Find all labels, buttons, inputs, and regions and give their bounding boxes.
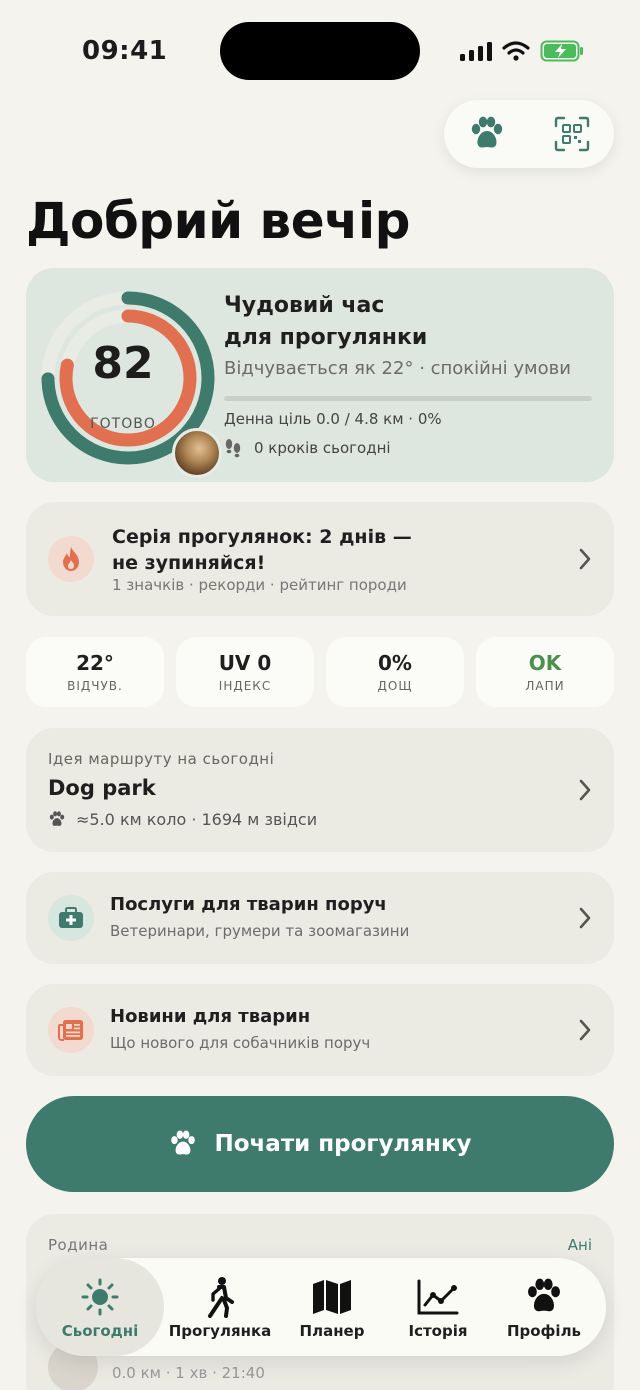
chevron-right-icon xyxy=(579,1019,591,1041)
status-icons xyxy=(460,40,584,62)
tile-value: 22° xyxy=(76,651,114,675)
pet-news-card[interactable]: Новини для тварин Що нового для собачник… xyxy=(26,984,614,1076)
chevron-right-icon xyxy=(579,907,591,929)
tile-label: ДОЩ xyxy=(377,679,413,693)
chevron-right-icon xyxy=(579,548,591,570)
walk-streak-card[interactable]: Серія прогулянок: 2 днів — не зупиняйся!… xyxy=(26,502,614,616)
hero-conditions: Відчувається як 22° · спокійні умови xyxy=(224,358,571,379)
conditions-tiles: 22° ВІДЧУВ. UV 0 ІНДЕКС 0% ДОЩ OK ЛАПИ xyxy=(26,637,614,707)
hero-title-line1: Чудовий час xyxy=(224,293,385,318)
tile-rain[interactable]: 0% ДОЩ xyxy=(326,637,464,707)
tile-value: UV 0 xyxy=(218,651,272,675)
route-title: Dog park xyxy=(48,776,156,800)
start-walk-button[interactable]: Почати прогулянку xyxy=(26,1096,614,1192)
qr-scan-button[interactable] xyxy=(545,107,599,161)
paw-icon xyxy=(49,811,65,826)
tile-label: ЛАПИ xyxy=(525,679,565,693)
newspaper-icon xyxy=(58,1020,83,1041)
readiness-score: 82 xyxy=(92,338,154,389)
news-icon-badge xyxy=(48,1007,94,1053)
route-kicker: Ідея маршруту на сьогодні xyxy=(48,750,275,768)
medical-kit-icon xyxy=(59,907,83,928)
dynamic-island xyxy=(220,22,420,80)
tab-label: Профіль xyxy=(506,1322,582,1340)
readiness-ring: 82 ГОТОВО xyxy=(38,288,222,478)
daily-goal-progress xyxy=(224,396,592,401)
hero-title-line2: для прогулянки xyxy=(224,325,428,350)
map-icon xyxy=(313,1280,351,1314)
chart-icon xyxy=(417,1279,459,1315)
tab-label: Прогулянка xyxy=(168,1322,272,1340)
daily-goal-text: Денна ціль 0.0 / 4.8 км · 0% xyxy=(224,410,442,428)
tab-label: Історія xyxy=(408,1322,468,1340)
tile-value: 0% xyxy=(378,651,412,675)
page-title: Добрий вечір xyxy=(26,192,410,250)
wifi-icon xyxy=(502,41,530,61)
paw-icon xyxy=(471,116,502,148)
news-subtitle: Що нового для собачників поруч xyxy=(110,1034,371,1052)
paw-icon xyxy=(171,1130,196,1155)
chevron-right-icon xyxy=(579,779,591,801)
battery-icon xyxy=(540,40,583,62)
signal-icon xyxy=(460,42,492,61)
walk-readiness-card[interactable]: 82 ГОТОВО Чудовий час для прогулянки Від… xyxy=(26,268,614,482)
flame-icon xyxy=(63,547,79,571)
tile-label: ІНДЕКС xyxy=(218,679,272,693)
streak-title: Серія прогулянок: 2 днів — не зупиняйся! xyxy=(112,524,412,576)
footprints-icon xyxy=(225,439,241,458)
streak-title-line2: не зупиняйся! xyxy=(112,552,266,574)
streak-title-line1: Серія прогулянок: 2 днів — xyxy=(112,526,412,548)
streak-subtitle: 1 значків · рекорди · рейтинг породи xyxy=(112,576,407,594)
tab-walk[interactable]: Прогулянка xyxy=(164,1258,276,1356)
pet-services-card[interactable]: Послуги для тварин поруч Ветеринари, гру… xyxy=(26,872,614,964)
pet-avatar[interactable] xyxy=(172,428,222,478)
services-icon-badge xyxy=(48,895,94,941)
tile-uv-index[interactable]: UV 0 ІНДЕКС xyxy=(176,637,314,707)
status-time: 09:41 xyxy=(82,36,168,66)
hero-title: Чудовий час для прогулянки xyxy=(224,290,427,354)
route-meta: ≈5.0 км коло · 1694 м звідси xyxy=(48,810,317,829)
qr-scan-icon xyxy=(554,116,589,152)
services-title: Послуги для тварин поруч xyxy=(110,894,387,915)
family-title: Родина xyxy=(48,1236,109,1254)
bottom-tab-bar: Сьогодні Прогулянка Планер Історія Профі… xyxy=(36,1258,606,1356)
top-actions xyxy=(444,100,614,168)
tile-feels-like[interactable]: 22° ВІДЧУВ. xyxy=(26,637,164,707)
tab-today[interactable]: Сьогодні xyxy=(36,1258,164,1356)
route-meta-text: ≈5.0 км коло · 1694 м звідси xyxy=(76,810,318,829)
readiness-label: ГОТОВО xyxy=(90,416,156,432)
tab-profile[interactable]: Профіль xyxy=(488,1258,600,1356)
pets-button[interactable] xyxy=(460,107,514,161)
tab-history[interactable]: Історія xyxy=(388,1258,488,1356)
steps-text: 0 кроків сьогодні xyxy=(254,439,391,457)
tab-planner[interactable]: Планер xyxy=(276,1258,388,1356)
services-subtitle: Ветеринари, грумери та зоомагазини xyxy=(110,922,410,940)
sun-icon xyxy=(81,1278,119,1316)
start-walk-label: Почати прогулянку xyxy=(214,1131,472,1157)
family-walk-meta: 0.0 км · 1 хв · 21:40 xyxy=(112,1364,265,1382)
tab-label: Планер xyxy=(299,1322,365,1340)
steps-row: 0 кроків сьогодні xyxy=(224,438,391,458)
tab-label: Сьогодні xyxy=(61,1322,139,1340)
route-idea-card[interactable]: Ідея маршруту на сьогодні Dog park ≈5.0 … xyxy=(26,728,614,852)
tile-label: ВІДЧУВ. xyxy=(67,679,123,693)
news-title: Новини для тварин xyxy=(110,1006,311,1027)
streak-icon-badge xyxy=(48,536,94,582)
family-see-all-link[interactable]: Ані xyxy=(568,1236,592,1254)
status-bar: 09:41 xyxy=(0,0,640,100)
paw-icon xyxy=(528,1278,560,1312)
tile-paws[interactable]: OK ЛАПИ xyxy=(476,637,614,707)
walker-icon xyxy=(208,1277,234,1318)
tile-value: OK xyxy=(528,651,562,675)
